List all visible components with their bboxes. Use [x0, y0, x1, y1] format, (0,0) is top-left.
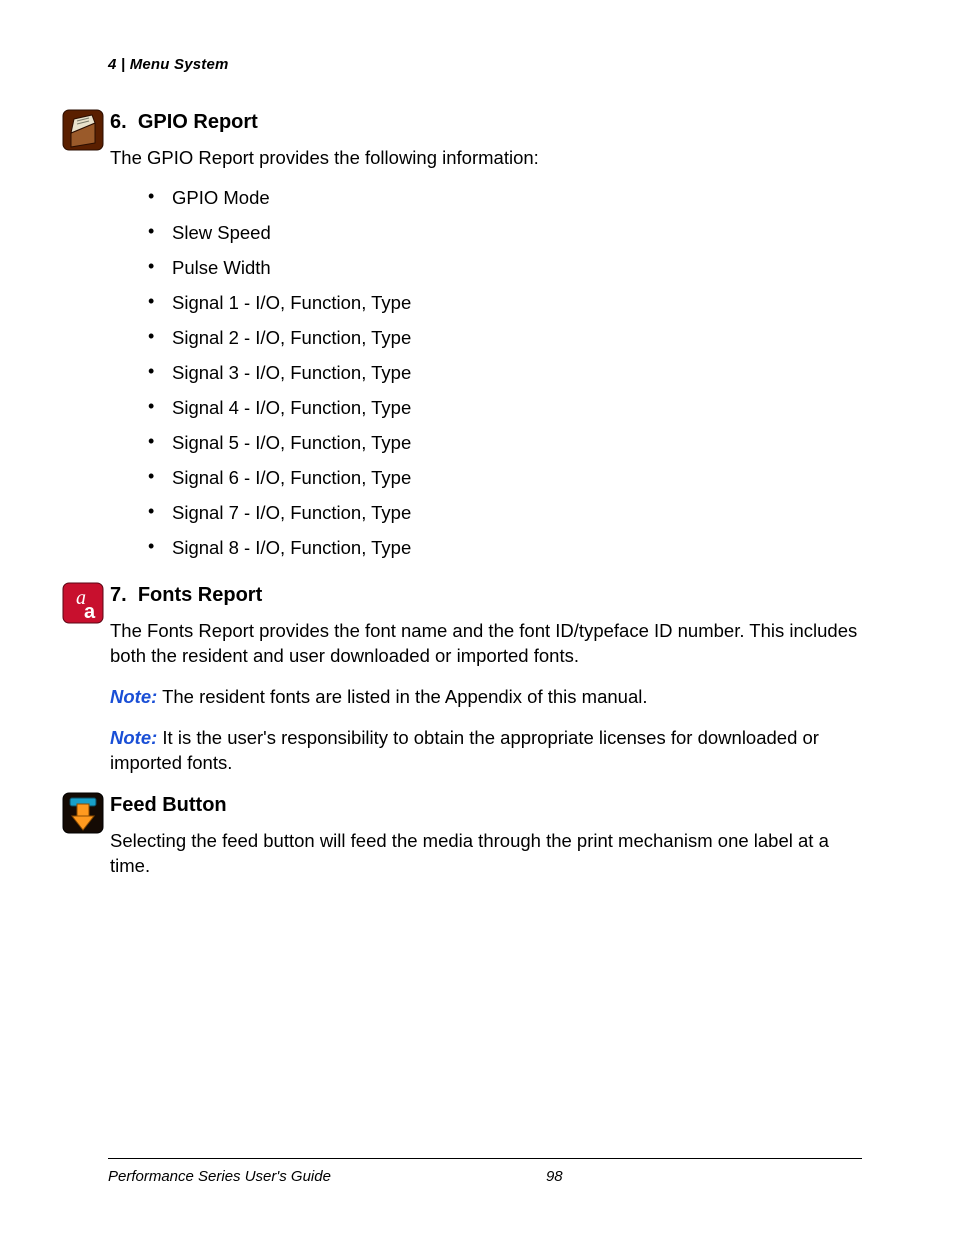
section-fonts-report: a a 7. Fonts Report The Fonts Report pro…: [62, 582, 862, 776]
list-item: Pulse Width: [148, 251, 862, 286]
list-item: GPIO Mode: [148, 181, 862, 216]
gpio-intro: The GPIO Report provides the following i…: [110, 146, 862, 171]
list-item-text: Signal 8 - I/O, Function, Type: [172, 537, 411, 558]
list-item-text: Slew Speed: [172, 222, 271, 243]
list-item-text: Signal 4 - I/O, Function, Type: [172, 397, 411, 418]
running-header: 4 | Menu System: [108, 55, 862, 75]
section-feed-button: Feed Button Selecting the feed button wi…: [62, 792, 862, 879]
list-item: Slew Speed: [148, 216, 862, 251]
page: 4 | Menu System 6. GPIO Report The GPIO …: [0, 0, 954, 1235]
list-item: Signal 1 - I/O, Function, Type: [148, 286, 862, 321]
list-item-text: GPIO Mode: [172, 187, 270, 208]
section-gpio-report: 6. GPIO Report The GPIO Report provides …: [62, 109, 862, 566]
list-item: Signal 7 - I/O, Function, Type: [148, 496, 862, 531]
list-item: Signal 8 - I/O, Function, Type: [148, 531, 862, 566]
list-item-text: Pulse Width: [172, 257, 271, 278]
list-item-text: Signal 7 - I/O, Function, Type: [172, 502, 411, 523]
list-item-text: Signal 5 - I/O, Function, Type: [172, 432, 411, 453]
gpio-list: GPIO Mode Slew Speed Pulse Width Signal …: [110, 181, 862, 566]
list-item: Signal 4 - I/O, Function, Type: [148, 391, 862, 426]
fonts-note-2: Note: It is the user's responsibility to…: [110, 726, 862, 776]
fonts-icon: a a: [62, 582, 104, 624]
chapter-title: Menu System: [130, 56, 229, 73]
list-item: Signal 3 - I/O, Function, Type: [148, 356, 862, 391]
fonts-note-1: Note: The resident fonts are listed in t…: [110, 685, 862, 710]
header-sep: |: [117, 56, 130, 73]
heading-fonts: 7. Fonts Report: [110, 582, 862, 609]
svg-text:a: a: [84, 601, 96, 623]
chapter-number: 4: [108, 56, 117, 73]
list-item-text: Signal 1 - I/O, Function, Type: [172, 292, 411, 313]
feed-intro: Selecting the feed button will feed the …: [110, 829, 862, 879]
fonts-intro: The Fonts Report provides the font name …: [110, 619, 862, 669]
list-item: Signal 6 - I/O, Function, Type: [148, 461, 862, 496]
note-text: The resident fonts are listed in the App…: [157, 686, 647, 707]
note-label: Note:: [110, 727, 157, 748]
heading-number: 6.: [110, 111, 127, 133]
footer-divider: [108, 1158, 862, 1159]
feed-arrow-icon: [62, 792, 104, 834]
heading-text: Fonts Report: [138, 584, 262, 606]
printer-report-icon: [62, 109, 104, 151]
footer-page-number: 98: [546, 1167, 563, 1187]
page-footer: Performance Series User's Guide 98: [108, 1158, 862, 1187]
list-item-text: Signal 3 - I/O, Function, Type: [172, 362, 411, 383]
heading-number: 7.: [110, 584, 127, 606]
list-item: Signal 5 - I/O, Function, Type: [148, 426, 862, 461]
list-item-text: Signal 2 - I/O, Function, Type: [172, 327, 411, 348]
heading-text: GPIO Report: [138, 111, 258, 133]
note-text: It is the user's responsibility to obtai…: [110, 727, 819, 773]
heading-gpio: 6. GPIO Report: [110, 109, 862, 136]
list-item: Signal 2 - I/O, Function, Type: [148, 321, 862, 356]
heading-feed: Feed Button: [110, 792, 862, 819]
note-label: Note:: [110, 686, 157, 707]
list-item-text: Signal 6 - I/O, Function, Type: [172, 467, 411, 488]
footer-doc-title: Performance Series User's Guide: [108, 1167, 331, 1187]
